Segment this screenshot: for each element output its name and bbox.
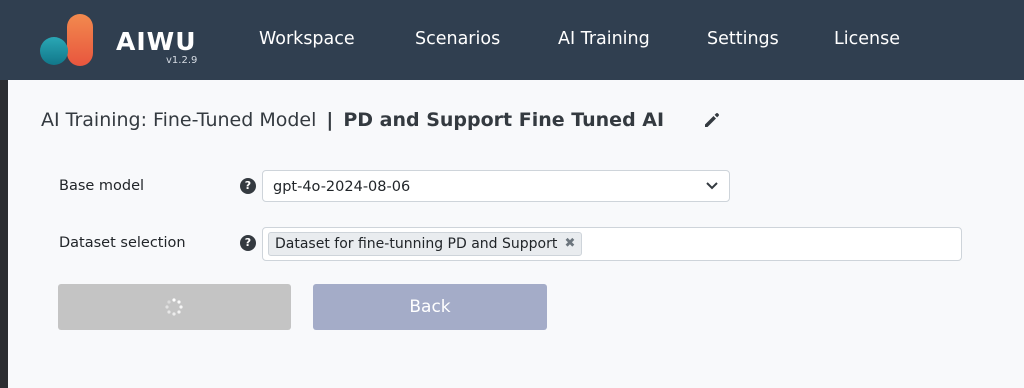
top-navbar: AIWU v1.2.9 Workspace Scenarios AI Train…	[0, 0, 1024, 80]
title-separator: |	[326, 109, 334, 131]
model-name: PD and Support Fine Tuned AI	[343, 109, 665, 131]
base-model-label: Base model	[59, 178, 145, 194]
nav-license[interactable]: License	[834, 27, 900, 51]
pencil-icon[interactable]	[702, 110, 722, 130]
page-title-prefix: AI Training: Fine-Tuned Model	[41, 109, 317, 131]
aiwu-logo-icon[interactable]	[40, 14, 96, 70]
spinner-icon	[165, 298, 183, 316]
dataset-selection-label: Dataset selection	[59, 235, 186, 251]
close-icon[interactable]: ✖	[564, 233, 575, 255]
dataset-tag-label: Dataset for fine-tunning PD and Support	[275, 236, 558, 252]
page-title: AI Training: Fine-Tuned Model | PD and Sup…	[41, 108, 664, 132]
app-version: v1.2.9	[166, 55, 198, 66]
submit-button-loading[interactable]	[58, 284, 291, 330]
main-content: AI Training: Fine-Tuned Model | PD and Sup…	[8, 80, 1024, 388]
nav-settings[interactable]: Settings	[707, 27, 779, 51]
base-model-select[interactable]: gpt-4o-2024-08-06	[262, 170, 730, 202]
dataset-multiselect[interactable]: Dataset for fine-tunning PD and Support …	[262, 227, 962, 261]
question-circle-icon[interactable]: ?	[240, 178, 256, 194]
nav-workspace[interactable]: Workspace	[259, 27, 355, 51]
back-button[interactable]: Back	[313, 284, 547, 330]
chevron-down-icon	[706, 182, 718, 190]
nav-scenarios[interactable]: Scenarios	[415, 27, 500, 51]
brand-name[interactable]: AIWU	[116, 27, 197, 57]
base-model-value: gpt-4o-2024-08-06	[273, 179, 411, 195]
question-circle-icon[interactable]: ?	[240, 235, 256, 251]
nav-ai-training[interactable]: AI Training	[558, 27, 650, 51]
dataset-tag: Dataset for fine-tunning PD and Support …	[268, 232, 583, 256]
